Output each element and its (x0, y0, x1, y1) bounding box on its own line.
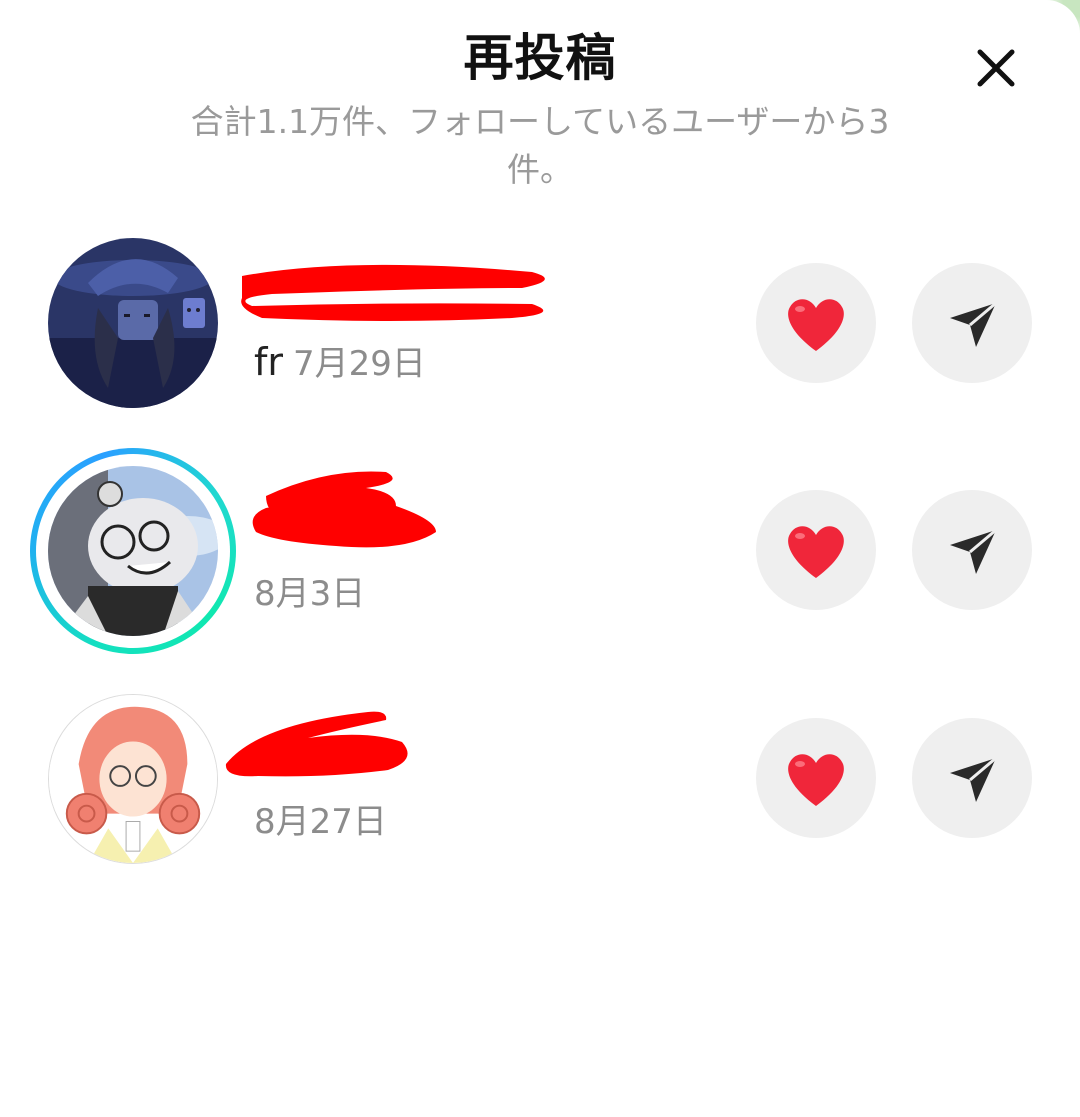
like-button[interactable] (756, 490, 876, 610)
like-button[interactable] (756, 263, 876, 383)
username-fragment: fr (254, 340, 284, 384)
sheet-title: 再投稿 (463, 29, 617, 87)
repost-meta: fr 7月29日 (254, 336, 426, 385)
repost-meta: 8月27日 (254, 794, 387, 843)
repost-row[interactable]: fr 7月29日 (0, 222, 1080, 422)
redacted-username (252, 471, 436, 548)
paper-plane-icon (950, 301, 997, 347)
avatar[interactable] (48, 694, 218, 864)
avatar[interactable] (48, 466, 218, 636)
like-button[interactable] (756, 718, 876, 838)
repost-date: 8月3日 (254, 574, 366, 614)
reposts-sheet: 再投稿 合計1.1万件、フォローしているユーザーから3件。 fr 7月29日 8… (0, 0, 1080, 1117)
paper-plane-icon (950, 756, 997, 802)
repost-date: 7月29日 (293, 344, 426, 384)
avatar[interactable] (48, 238, 218, 408)
heart-icon (788, 754, 844, 806)
close-button[interactable] (968, 40, 1024, 96)
share-button[interactable] (912, 263, 1032, 383)
share-button[interactable] (912, 718, 1032, 838)
redacted-username (241, 264, 545, 321)
heart-icon (788, 526, 844, 578)
repost-row[interactable]: 8月27日 (0, 680, 1080, 880)
repost-date: 8月27日 (254, 802, 387, 842)
repost-row[interactable]: 8月3日 (0, 448, 1080, 654)
paper-plane-icon (950, 528, 997, 574)
close-icon (977, 49, 1015, 87)
heart-icon (788, 299, 844, 351)
share-button[interactable] (912, 490, 1032, 610)
repost-meta: 8月3日 (254, 566, 365, 615)
redacted-username (225, 711, 408, 777)
repost-count-summary: 合計1.1万件、フォローしているユーザーから3件。 (190, 102, 890, 189)
